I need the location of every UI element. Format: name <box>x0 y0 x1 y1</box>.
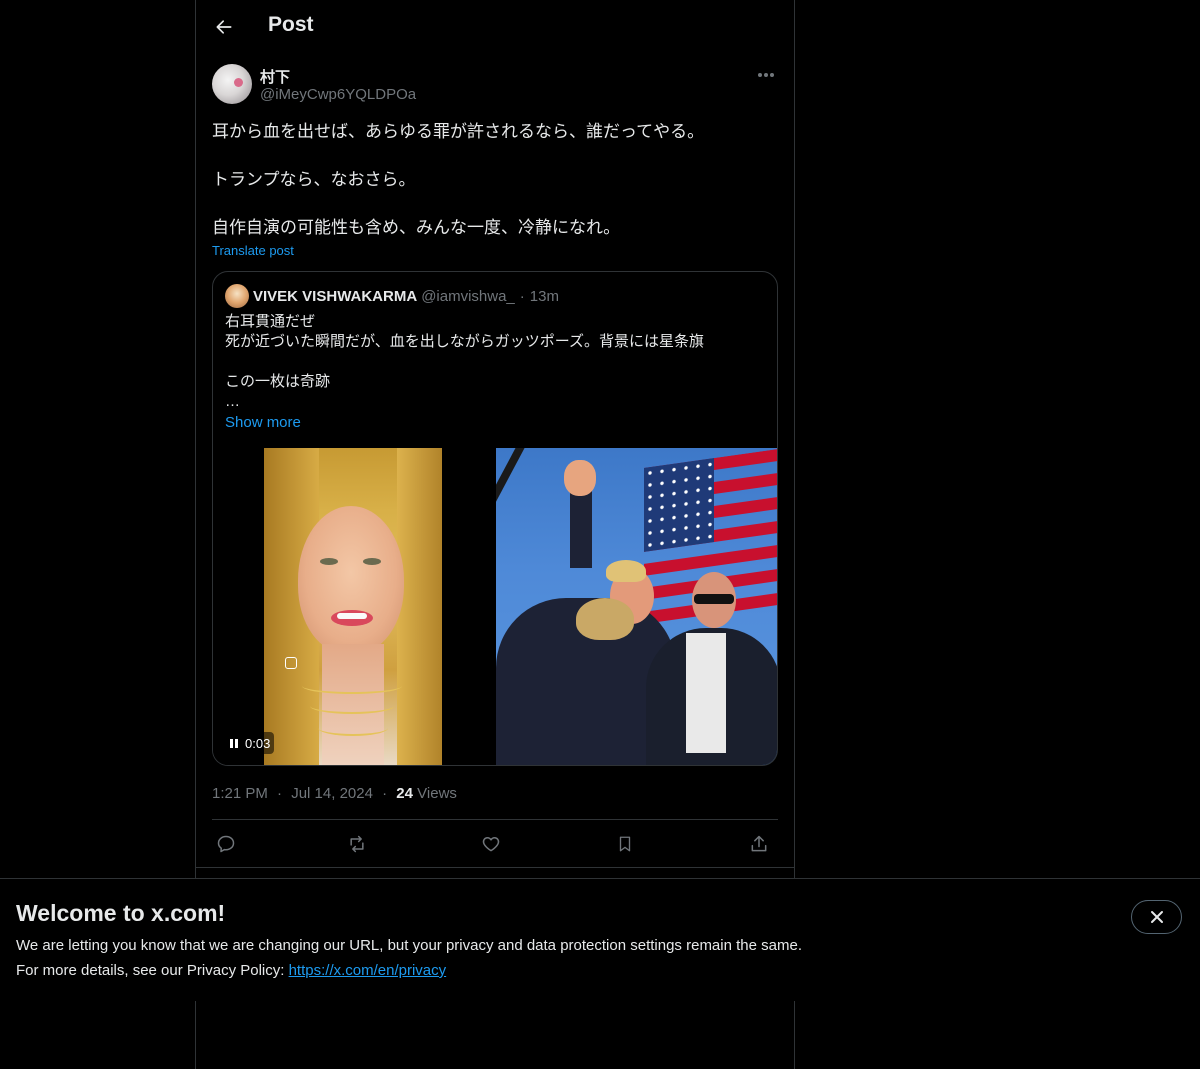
banner-privacy-line: For more details, see our Privacy Policy… <box>16 962 446 979</box>
post-author: 村下 @iMeyCwp6YQLDPOa <box>212 64 778 106</box>
repost-icon <box>350 835 364 853</box>
arrow-left-icon <box>216 20 232 34</box>
more-options-button[interactable] <box>754 64 778 86</box>
post-text-line: トランプなら、なおさら。 <box>212 170 416 189</box>
banner-close-button[interactable] <box>1131 900 1182 934</box>
banner-title: Welcome to x.com! <box>16 900 226 926</box>
heart-icon <box>482 837 500 852</box>
quoted-text-line: この一枚は奇跡 <box>225 373 331 390</box>
welcome-banner: Welcome to x.com! We are letting you kno… <box>0 878 1200 1001</box>
post-text-line: 耳から血を出せば、あらゆる罪が許されるなら、誰だってやる。 <box>212 122 705 141</box>
post-text-line <box>212 144 778 168</box>
post-text-line <box>212 192 778 216</box>
views-count[interactable]: 24 <box>396 785 413 802</box>
meta-separator: · <box>382 785 388 802</box>
close-icon <box>1150 911 1163 923</box>
quoted-avatar <box>225 284 249 308</box>
bookmark-button[interactable] <box>613 832 637 856</box>
quoted-text-line: … <box>225 393 240 410</box>
views-label: Views <box>417 785 457 802</box>
video-pause-control[interactable]: 0:03 <box>225 732 275 754</box>
author-handle[interactable]: @iMeyCwp6YQLDPOa <box>260 86 416 103</box>
back-button[interactable] <box>210 13 238 41</box>
show-more-link[interactable]: Show more <box>225 414 301 431</box>
quoted-author-name: VIVEK VISHWAKARMA <box>253 287 418 305</box>
privacy-policy-link[interactable]: https://x.com/en/privacy <box>289 962 447 979</box>
more-horizontal-icon <box>758 73 774 77</box>
quoted-text-line: 死が近づいた瞬間だが、血を出しながらガッツポーズ。背景には星条旗 <box>225 333 704 350</box>
quoted-text-line <box>225 352 765 372</box>
post-time[interactable]: 1:21 PM <box>212 785 268 802</box>
author-name[interactable]: 村下 <box>260 66 290 87</box>
banner-privacy-text: For more details, see our Privacy Policy… <box>16 962 289 979</box>
post-date[interactable]: Jul 14, 2024 <box>291 785 373 802</box>
pause-icon <box>229 738 239 749</box>
quoted-separator: · <box>519 287 525 305</box>
quoted-text-line: 右耳貫通だぜ <box>225 313 316 330</box>
bookmark-icon <box>619 836 631 852</box>
video-frame[interactable] <box>264 448 442 765</box>
quoted-post-text: 右耳貫通だぜ 死が近づいた瞬間だが、血を出しながらガッツポーズ。背景には星条旗 … <box>225 312 765 412</box>
quoted-post-header: VIVEK VISHWAKARMA @iamvishwa_ · 13m <box>225 284 559 308</box>
divider <box>196 867 794 868</box>
like-button[interactable] <box>479 832 503 856</box>
video-media[interactable]: 0:03 <box>213 448 493 765</box>
photo-media[interactable] <box>496 448 777 765</box>
post-text-line: 自作自演の可能性も含め、みんな一度、冷静になれ。 <box>212 218 621 237</box>
quoted-timestamp: 13m <box>529 287 559 305</box>
page-header: Post <box>196 0 794 54</box>
action-bar <box>212 820 778 868</box>
post-text: 耳から血を出せば、あらゆる罪が許されるなら、誰だってやる。 トランプなら、なおさ… <box>212 120 778 240</box>
page-title: Post <box>268 13 314 36</box>
reply-button[interactable] <box>214 832 238 856</box>
reply-icon <box>217 835 235 853</box>
quoted-post[interactable]: VIVEK VISHWAKARMA @iamvishwa_ · 13m 右耳貫通… <box>212 271 778 766</box>
translate-post-link[interactable]: Translate post <box>212 243 294 258</box>
post-metadata: 1:21 PM · Jul 14, 2024 · 24 Views <box>212 785 457 802</box>
meta-separator: · <box>277 785 283 802</box>
quoted-author-handle: @iamvishwa_ <box>421 287 515 305</box>
share-button[interactable] <box>747 832 771 856</box>
video-timestamp: 0:03 <box>245 735 271 751</box>
share-icon <box>751 835 767 852</box>
banner-message: We are letting you know that we are chan… <box>16 937 802 954</box>
avatar[interactable] <box>212 64 252 104</box>
repost-button[interactable] <box>345 832 369 856</box>
instagram-icon <box>285 657 297 669</box>
